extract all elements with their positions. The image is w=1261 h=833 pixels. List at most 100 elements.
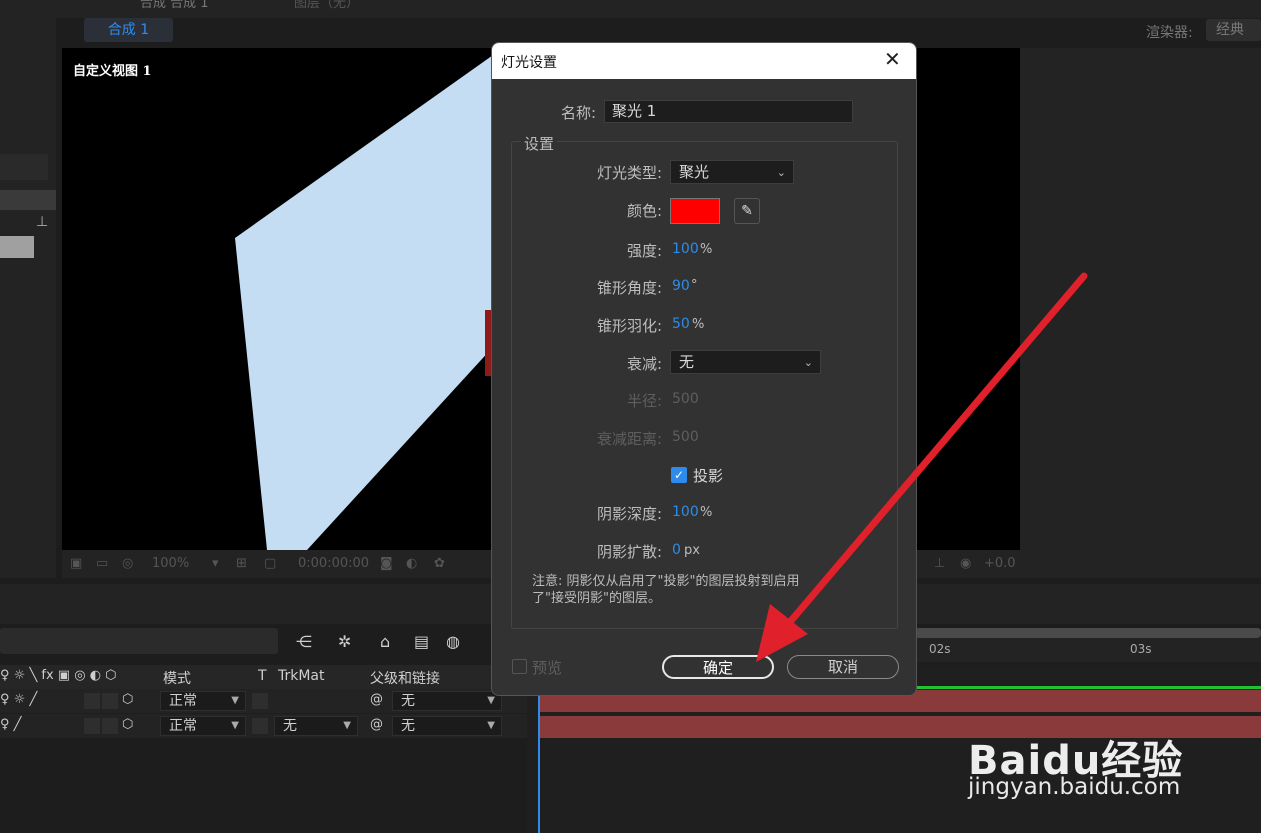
- camera-icon[interactable]: ◙: [380, 556, 393, 571]
- switch-box[interactable]: [84, 718, 100, 734]
- header-t: T: [258, 668, 267, 684]
- shadow-darkness-label: 阴影深度:: [596, 505, 662, 523]
- preserve-transparency-box[interactable]: [252, 693, 268, 709]
- light-type-label: 灯光类型:: [596, 164, 662, 182]
- cast-shadows-checkbox[interactable]: ✓: [671, 467, 687, 483]
- graph-icon[interactable]: ⋲: [296, 632, 312, 651]
- pickwhip-icon[interactable]: @: [370, 692, 383, 707]
- channel-icon[interactable]: ✿: [434, 556, 445, 571]
- exposure-value[interactable]: +0.0: [984, 556, 1016, 571]
- switch-icons: ♀ ☼ ╲ fx ▣ ◎ ◐ ⬡: [0, 668, 117, 683]
- layer-breadcrumb: 图层（无）: [294, 0, 360, 11]
- project-header: [0, 190, 56, 210]
- shadow-diffusion-label: 阴影扩散:: [596, 543, 662, 561]
- light-type-select[interactable]: 聚光 ⌄: [670, 160, 794, 184]
- trkmat-select[interactable]: 无 ▼: [274, 716, 358, 736]
- falloff-select[interactable]: 无 ⌄: [670, 350, 821, 374]
- shadow-diffusion-unit: px: [684, 543, 700, 558]
- parent-value: 无: [401, 718, 415, 734]
- comp-breadcrumb: 合成 合成 1: [140, 0, 209, 11]
- motion-blur-icon[interactable]: ◍: [446, 632, 460, 651]
- preserve-transparency-box[interactable]: [252, 718, 268, 734]
- 3d-cube-icon[interactable]: ⬡: [122, 717, 133, 732]
- viewer-icon-1[interactable]: ▣: [70, 556, 82, 571]
- cone-feather-label: 锥形羽化:: [596, 317, 662, 335]
- switch-box[interactable]: [102, 693, 118, 709]
- pickwhip-icon[interactable]: @: [370, 717, 383, 732]
- renderer-label: 渲染器:: [1146, 25, 1193, 41]
- chevron-down-icon: ▼: [231, 695, 239, 706]
- switch-box[interactable]: [84, 693, 100, 709]
- eyedropper-icon[interactable]: ✎: [734, 198, 760, 224]
- close-icon[interactable]: ✕: [884, 48, 901, 70]
- intensity-unit: %: [700, 242, 713, 257]
- tab-comp[interactable]: 合成 1: [84, 18, 173, 42]
- parent-select[interactable]: 无 ▼: [392, 691, 502, 711]
- falloff-distance-label: 衰减距离:: [596, 430, 662, 448]
- cone-angle-value[interactable]: 90: [672, 278, 690, 294]
- color-label: 颜色:: [626, 202, 662, 220]
- cone-feather-value[interactable]: 50: [672, 316, 690, 332]
- work-area-bar[interactable]: [915, 628, 1261, 638]
- tick-label: 02s: [929, 642, 951, 656]
- view-name: 自定义视图 1: [73, 64, 152, 79]
- intensity-label: 强度:: [626, 242, 662, 260]
- layer-switch-icons[interactable]: ♀ ╱: [0, 717, 21, 732]
- exposure-icon[interactable]: ◉: [960, 556, 971, 571]
- mode-select[interactable]: 正常 ▼: [160, 691, 246, 711]
- chevron-down-icon: ▼: [343, 720, 351, 731]
- chevron-down-icon: ⌄: [776, 166, 786, 179]
- radius-label: 半径:: [626, 392, 662, 410]
- chevron-down-icon: ▼: [487, 720, 495, 731]
- ok-button[interactable]: 确定: [662, 655, 774, 679]
- project-item-selected[interactable]: [0, 236, 34, 258]
- layer-switch-icons[interactable]: ♀ ☼ ╱: [0, 692, 37, 707]
- flowchart-icon[interactable]: ⊥: [36, 214, 48, 230]
- shadow-note: 注意: 阴影仅从启用了"投影"的图层投射到启用 了"接受阴影"的图层。: [532, 573, 862, 607]
- header-mode: 模式: [163, 671, 191, 687]
- monitor-icon[interactable]: ▭: [96, 556, 108, 571]
- preview-checkbox[interactable]: [512, 659, 527, 674]
- radius-value: 500: [672, 391, 699, 407]
- timecode[interactable]: 0:00:00:00: [298, 556, 369, 571]
- shy-icon[interactable]: ⌂: [380, 632, 390, 651]
- header-trkmat: TrkMat: [278, 668, 325, 684]
- note-line: 了"接受阴影"的图层。: [532, 591, 661, 606]
- snapshot-icon[interactable]: ◐: [406, 556, 417, 571]
- region-icon[interactable]: ⊞: [236, 556, 247, 571]
- network-icon[interactable]: ⊥: [934, 556, 945, 571]
- table-row[interactable]: ♀ ╱ ⬡ 正常 ▼ 无 ▼ @ 无 ▼: [0, 714, 527, 738]
- name-label: 名称:: [560, 104, 596, 122]
- 3d-cube-icon[interactable]: ⬡: [122, 692, 133, 707]
- cast-shadows-label[interactable]: 投影: [693, 465, 723, 486]
- cone-angle-unit: °: [691, 278, 698, 293]
- light-type-value: 聚光: [679, 163, 710, 181]
- preview-label[interactable]: 预览: [532, 657, 562, 678]
- table-row[interactable]: ♀ ☼ ╱ ⬡ 正常 ▼ @ 无 ▼: [0, 689, 527, 713]
- switch-box[interactable]: [102, 718, 118, 734]
- shadow-darkness-value[interactable]: 100: [672, 504, 699, 520]
- parent-select[interactable]: 无 ▼: [392, 716, 502, 736]
- falloff-label: 衰减:: [626, 355, 662, 373]
- draft3d-icon[interactable]: ✲: [338, 632, 351, 651]
- renderer-select[interactable]: 经典: [1206, 19, 1261, 41]
- settings-group-title: 设置: [521, 133, 558, 154]
- frame-blend-icon[interactable]: ▤: [414, 632, 429, 651]
- mode-select[interactable]: 正常 ▼: [160, 716, 246, 736]
- light-name-input[interactable]: 聚光 1: [604, 100, 853, 123]
- cancel-button[interactable]: 取消: [787, 655, 899, 679]
- header-parent: 父级和链接: [370, 671, 440, 687]
- chevron-down-icon: ▼: [231, 720, 239, 731]
- color-swatch[interactable]: [670, 198, 720, 224]
- timeline-search[interactable]: [0, 628, 278, 654]
- cone-angle-label: 锥形角度:: [596, 279, 662, 297]
- light-settings-dialog: 灯光设置 ✕ 名称: 聚光 1 设置 灯光类型: 聚光 ⌄ 颜色: ✎ 强度: 1…: [491, 42, 917, 696]
- shadow-diffusion-value[interactable]: 0: [672, 542, 681, 558]
- grid-icon[interactable]: ▢: [264, 556, 276, 571]
- mask-icon[interactable]: ◎: [122, 556, 133, 571]
- zoom-select[interactable]: 100%: [152, 556, 189, 571]
- chevron-down-icon: ⌄: [803, 356, 813, 369]
- zoom-chevron-icon[interactable]: ▾: [212, 556, 219, 571]
- project-search[interactable]: [0, 154, 48, 180]
- intensity-value[interactable]: 100: [672, 241, 699, 257]
